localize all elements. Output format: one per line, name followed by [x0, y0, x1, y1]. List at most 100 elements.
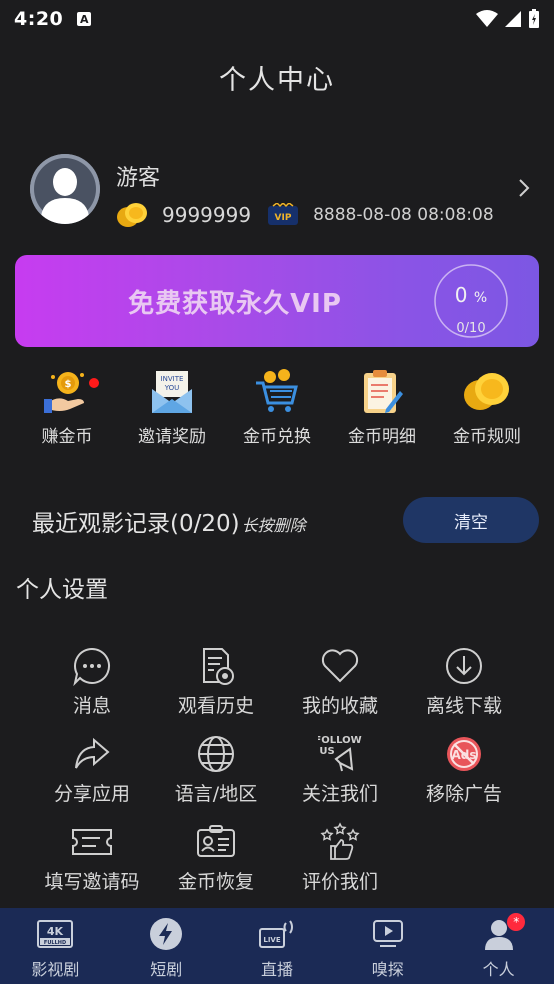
ticket-icon: [72, 829, 112, 855]
share-icon: [75, 737, 110, 769]
coin-cart-icon: [256, 369, 298, 412]
svg-text:YOU: YOU: [164, 384, 180, 392]
setting-invite-code-label: 填写邀请码: [44, 871, 140, 893]
setting-favorites[interactable]: 我的收藏: [278, 645, 402, 733]
bottom-nav: 4K FULLHD 影视剧 短剧 LIVE 直播 嗅探 * 个人: [0, 908, 554, 984]
nav-tab-short-dramas[interactable]: 短剧: [111, 908, 222, 984]
setting-language-region[interactable]: 语言/地区: [154, 733, 278, 821]
vip-badge-icon: VIP: [268, 203, 299, 225]
setting-share-app-label: 分享应用: [53, 783, 130, 805]
follow-us-icon: FOLLOWUS: [318, 735, 362, 772]
setting-rate-us-label: 评价我们: [301, 871, 378, 893]
status-bar: 4:20 A: [0, 0, 554, 38]
quick-coin-exchange-label: 金币兑换: [243, 427, 311, 447]
nav-tab-profile-label: 个人: [482, 960, 515, 979]
heart-icon: [321, 649, 359, 683]
vip-progress-percent: 0 %: [454, 283, 488, 307]
setting-language-region-label: 语言/地区: [174, 783, 258, 805]
setting-remove-ads-label: 移除广告: [425, 783, 502, 805]
svg-text:LIVE: LIVE: [263, 936, 280, 944]
nav-tab-dramas[interactable]: 4K FULLHD 影视剧: [0, 908, 111, 984]
quick-earn-coins[interactable]: $ 赚金币: [15, 368, 119, 448]
coin-count: 9999999: [162, 203, 252, 227]
settings-grid: 消息 观看历史 我的收藏 离线下载 分享应用 语言/地区 FOLLOW US 关注…: [30, 645, 524, 909]
setting-messages-label: 消息: [72, 695, 111, 717]
signal-icon: [505, 11, 521, 27]
play-icon: [372, 920, 403, 947]
clear-history-button[interactable]: 清空: [403, 497, 539, 543]
recent-history-header: 最近观影记录(0/20) 长按删除: [32, 504, 306, 538]
history-icon: [203, 648, 234, 685]
quick-invite[interactable]: INVITE YOU 邀请奖励: [120, 368, 224, 448]
setting-watch-history-label: 观看历史: [177, 695, 254, 717]
setting-messages[interactable]: 消息: [30, 645, 154, 733]
svg-text:4K: 4K: [47, 925, 64, 938]
profile-card[interactable]: 游客 9999999 VIP 8888-08-08 08:08:08: [30, 154, 530, 234]
download-icon: [446, 648, 482, 684]
rate-icon: [320, 822, 360, 860]
settings-title: 个人设置: [16, 577, 108, 603]
setting-follow-us[interactable]: FOLLOW US 关注我们: [278, 733, 402, 821]
free-vip-banner[interactable]: 免费获取永久VIP 0 % 0/10: [15, 255, 539, 347]
setting-share-app[interactable]: 分享应用: [30, 733, 154, 821]
default-avatar-icon: [30, 154, 100, 224]
setting-watch-history[interactable]: 观看历史: [154, 645, 278, 733]
globe-icon: [198, 736, 234, 772]
coin-rules-icon: [464, 373, 509, 410]
avatar[interactable]: [30, 154, 100, 224]
4k-icon: 4K FULLHD: [37, 920, 74, 948]
earn-coins-icon: $: [44, 372, 84, 413]
vip-banner-text: 免费获取永久VIP: [128, 289, 342, 319]
vip-progress-ring: 0 % 0/10: [433, 263, 509, 339]
quick-coin-detail[interactable]: 金币明细: [330, 368, 434, 448]
nav-tab-short-dramas-label: 短剧: [150, 960, 183, 979]
nav-tab-live[interactable]: LIVE 直播: [222, 908, 333, 984]
vip-expiry: 8888-08-08 08:08:08: [313, 205, 494, 225]
quick-earn-coins-label: 赚金币: [41, 427, 93, 447]
setting-coin-recovery[interactable]: 金币恢复: [154, 821, 278, 909]
invite-icon: INVITE YOU: [152, 371, 192, 413]
svg-text:$: $: [65, 379, 72, 390]
id-card-icon: [197, 825, 235, 857]
quick-coin-detail-label: 金币明细: [348, 427, 416, 447]
notification-a-icon: A: [77, 12, 92, 26]
quick-invite-label: 邀请奖励: [138, 427, 206, 447]
recent-history-title: 最近观影记录(0/20): [32, 511, 240, 537]
nav-tab-live-label: 直播: [260, 960, 293, 979]
status-time: 4:20: [14, 8, 64, 30]
message-icon: [73, 647, 111, 686]
svg-text:FULLHD: FULLHD: [44, 940, 66, 946]
username: 游客: [116, 166, 161, 191]
setting-offline-download-label: 离线下载: [425, 695, 502, 717]
setting-offline-download[interactable]: 离线下载: [402, 645, 526, 733]
coin-detail-icon: [364, 370, 403, 413]
quick-coin-rules[interactable]: 金币规则: [435, 368, 539, 448]
setting-coin-recovery-label: 金币恢复: [177, 871, 254, 893]
coins-icon: [117, 203, 147, 227]
no-ads-icon: Ads: [447, 737, 481, 771]
quick-coin-exchange[interactable]: 金币兑换: [225, 368, 329, 448]
svg-text:INVITE: INVITE: [161, 375, 184, 383]
new-badge-dot: [89, 378, 99, 388]
coin-row: 9999999 VIP 8888-08-08 08:08:08: [116, 202, 494, 228]
setting-rate-us[interactable]: 评价我们: [278, 821, 402, 909]
vip-badge-text: VIP: [275, 213, 292, 223]
page-title: 个人中心: [219, 65, 335, 96]
quick-actions: $ 赚金币 INVITE YOU 邀请奖励 金币兑换 金币明细 金币规则: [15, 368, 539, 448]
nav-tab-profile[interactable]: * 个人: [443, 908, 554, 984]
live-icon: LIVE: [258, 920, 293, 948]
svg-text:US: US: [319, 746, 334, 757]
lightning-icon: [150, 918, 183, 950]
battery-icon: [529, 9, 539, 28]
setting-remove-ads[interactable]: Ads 移除广告: [402, 733, 526, 821]
nav-tab-sniff[interactable]: 嗅探: [332, 908, 443, 984]
setting-follow-us-label: 关注我们: [301, 783, 378, 805]
nav-tab-dramas-label: 影视剧: [31, 960, 80, 979]
recent-history-hint: 长按删除: [241, 516, 306, 535]
chevron-right-icon[interactable]: [518, 178, 530, 198]
setting-favorites-label: 我的收藏: [301, 695, 378, 717]
nav-tab-sniff-label: 嗅探: [371, 960, 404, 979]
vip-progress-count: 0/10: [456, 321, 486, 336]
svg-text:FOLLOW: FOLLOW: [318, 735, 362, 746]
setting-invite-code[interactable]: 填写邀请码: [30, 821, 154, 909]
